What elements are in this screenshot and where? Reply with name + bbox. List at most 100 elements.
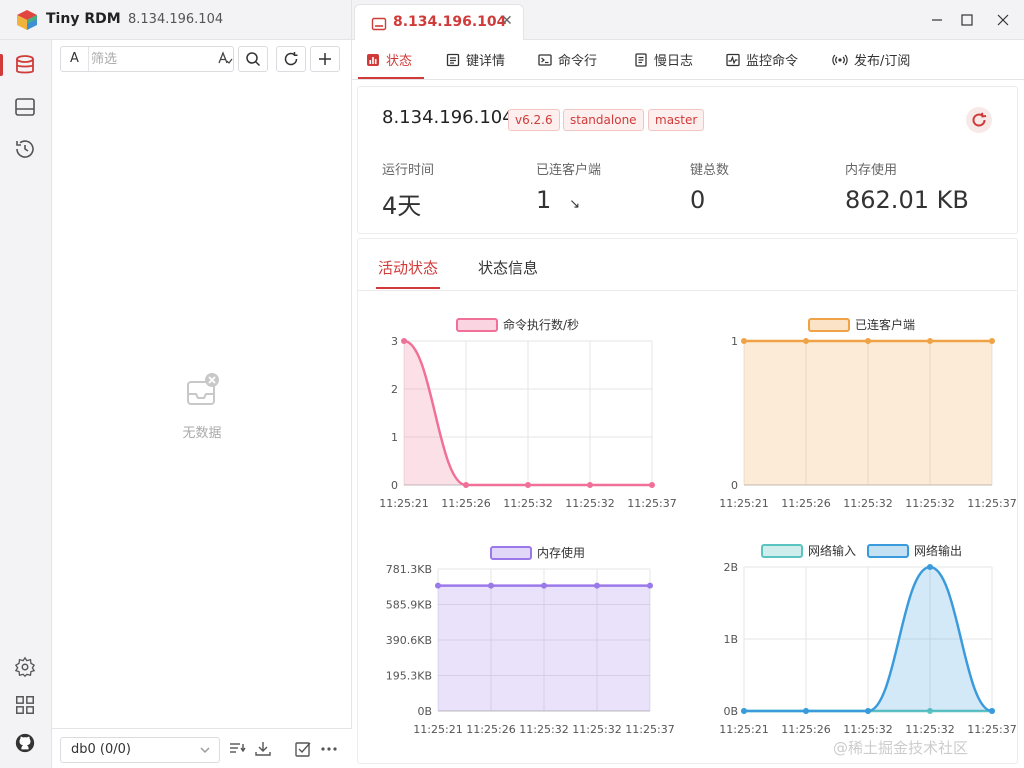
server-tab-icon (371, 17, 387, 31)
chevron-down-icon (200, 747, 210, 753)
y-tick-label: 3 (391, 335, 398, 348)
tab-monitor-label: 监控命令 (746, 54, 799, 69)
tab-pubsub-label: 发布/订阅 (854, 54, 911, 69)
status-icon (366, 53, 380, 67)
chart-network-io: 0B 1B 2B 11:25:21 11:25:26 11:25:32 11:25:32 11… (719, 543, 1016, 736)
tab-key-detail-label: 键详情 (466, 54, 506, 69)
data-point (989, 708, 995, 714)
connection-tab[interactable]: 8.134.196.104 ✕ (354, 4, 524, 41)
download-icon (255, 742, 271, 756)
filter-input[interactable] (91, 49, 211, 69)
x-tick-label: 11:25:32 (843, 497, 892, 510)
terminal-icon (538, 53, 552, 67)
stat-clients-value: 1 (536, 186, 552, 214)
x-tick-label: 11:25:21 (719, 723, 768, 736)
rail-github-button[interactable] (12, 730, 38, 756)
server-icon (15, 98, 35, 116)
y-tick-label: 781.3KB (386, 563, 432, 576)
tab-key-detail[interactable]: 键详情 (446, 40, 505, 79)
maximize-icon (961, 14, 973, 26)
history-icon (16, 140, 34, 158)
db-select[interactable]: db0 (0/0) (60, 737, 220, 763)
x-tick-label: 11:25:32 (519, 723, 568, 736)
pubsub-icon (832, 53, 848, 67)
search-button[interactable] (238, 46, 268, 72)
y-tick-label: 390.6KB (386, 634, 432, 647)
x-tick-label: 11:25:21 (379, 497, 428, 510)
data-point (401, 338, 407, 344)
monitor-icon (726, 53, 740, 67)
x-tick-label: 11:25:26 (441, 497, 490, 510)
y-tick-label: 0 (731, 479, 738, 492)
tab-status-info[interactable]: 状态信息 (478, 257, 538, 278)
filter-type-button[interactable]: A (61, 47, 89, 71)
data-point (647, 582, 653, 589)
chart-memory-usage: 0B 195.3KB 390.6KB 585.9KB 781.3KB 11:25:21 11… (386, 545, 675, 736)
rail-settings-button[interactable] (12, 654, 38, 680)
legend-swatch (808, 318, 850, 332)
data-point (435, 582, 441, 589)
rail-active-indicator (0, 54, 3, 76)
data-point (741, 708, 747, 714)
data-point (803, 338, 809, 344)
tab-close-icon[interactable]: ✕ (501, 13, 513, 29)
tab-slow-log[interactable]: 慢日志 (634, 40, 693, 79)
stat-uptime: 运行时间 4天 (382, 159, 532, 221)
refresh-icon (284, 52, 298, 66)
content-tabs: 状态 键详情 命令行 慢日志 监控命令 发布/订阅 (352, 40, 1024, 80)
rail-server-button[interactable] (12, 94, 38, 120)
server-info-card: 8.134.196.104 v6.2.6 standalone master 运… (357, 86, 1018, 234)
x-tick-label: 11:25:37 (967, 723, 1016, 736)
add-key-button[interactable] (310, 46, 340, 72)
maximize-button[interactable] (952, 8, 982, 32)
data-point (989, 338, 995, 344)
tab-status[interactable]: 状态 (366, 40, 412, 79)
x-tick-label: 11:25:32 (565, 497, 614, 510)
filter-box: A (60, 46, 234, 72)
tab-active-underline (358, 77, 424, 79)
legend-label: 已连客户端 (855, 317, 915, 332)
data-point (803, 708, 809, 714)
close-window-button[interactable] (988, 8, 1018, 32)
stat-memory-label: 内存使用 (845, 163, 898, 178)
x-tick-label: 11:25:32 (905, 723, 954, 736)
check-mode-button[interactable] (292, 738, 314, 760)
y-tick-label: 195.3KB (386, 670, 432, 683)
legend-label: 网络输入 (808, 543, 856, 558)
reload-button[interactable] (276, 46, 306, 72)
y-tick-label: 0 (391, 479, 398, 492)
chart-connected-clients: 0 1 11:25:21 11:25:26 11:25:32 11:25:32 11:25:… (719, 317, 1016, 510)
stat-keys-value: 0 (690, 186, 706, 214)
legend-label: 内存使用 (537, 545, 585, 560)
auto-refresh-button[interactable] (966, 107, 992, 133)
sort-button[interactable] (226, 738, 248, 760)
match-case-icon[interactable] (217, 50, 233, 66)
minimize-icon (932, 19, 942, 21)
x-tick-label: 11:25:26 (466, 723, 515, 736)
chart-commands-per-sec: 0 1 2 3 11:25:21 11:25:26 11:25:32 11:25:32 11:2… (379, 317, 676, 510)
data-point (865, 338, 871, 344)
slow-log-icon (634, 52, 648, 67)
tab-cli[interactable]: 命令行 (538, 40, 597, 79)
stat-clients-label: 已连客户端 (536, 163, 602, 178)
trend-down-icon: ↘ (569, 197, 581, 212)
browser-pane: A 筛选 无数据 db0 (0/0) (52, 40, 352, 768)
import-button[interactable] (252, 738, 274, 760)
more-button[interactable] (318, 738, 340, 760)
legend-swatch (761, 544, 803, 558)
minimize-button[interactable] (922, 8, 952, 32)
data-point (488, 582, 494, 589)
watermark: @稀土掘金技术社区 (833, 739, 969, 757)
tab-activity[interactable]: 活动状态 (378, 257, 438, 278)
tab-monitor[interactable]: 监控命令 (726, 40, 798, 79)
app-window: Tiny RDM 8.134.196.104 8.134.196.104 ✕ A… (0, 0, 1024, 768)
main-content: 状态 键详情 命令行 慢日志 监控命令 发布/订阅 8.134.196.104 … (352, 40, 1024, 768)
legend-label: 命令执行数/秒 (503, 317, 579, 332)
rail-browser-button[interactable] (12, 52, 38, 78)
app-host-title: 8.134.196.104 (128, 12, 224, 27)
rail-history-button[interactable] (12, 136, 38, 162)
x-tick-label: 11:25:32 (503, 497, 552, 510)
y-tick-label: 1 (391, 431, 398, 444)
rail-apps-button[interactable] (12, 692, 38, 718)
tab-pubsub[interactable]: 发布/订阅 (832, 40, 910, 79)
